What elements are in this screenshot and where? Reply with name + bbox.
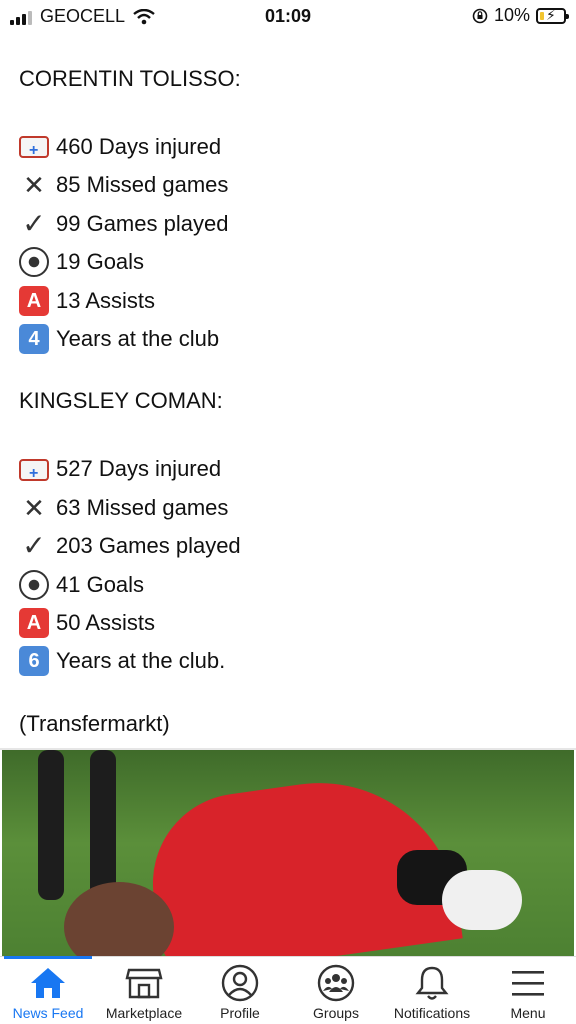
bell-icon: [412, 963, 452, 1003]
battery-percent: 10%: [493, 5, 530, 25]
groups-icon: [316, 963, 356, 1003]
cross-mark-icon: ✕: [23, 170, 45, 201]
stat-row: 460 Days injured: [19, 128, 557, 171]
stat-row: 41 Goals: [19, 566, 557, 604]
tab-news-feed[interactable]: News Feed: [0, 956, 96, 1024]
stat-text: 460 Days injured: [56, 134, 222, 159]
stat-row: A 50 Assists: [19, 604, 557, 642]
tab-label: Notifications: [393, 1005, 471, 1021]
wifi-icon: [133, 8, 155, 24]
home-icon: [28, 963, 68, 1003]
orientation-lock-icon: [472, 8, 488, 23]
tab-notifications[interactable]: Notifications: [384, 957, 480, 1024]
soccer-ball-icon: [19, 247, 49, 278]
tab-label: Menu: [510, 1005, 546, 1021]
ambulance-icon: [19, 132, 49, 171]
cross-mark-icon: ✕: [23, 492, 45, 523]
post-body: CORENTIN TOLISSO: 460 Days injured ✕ 85 …: [0, 32, 576, 748]
tab-label: Marketplace: [105, 1005, 183, 1021]
player-block-tolisso: CORENTIN TOLISSO: 460 Days injured ✕ 85 …: [19, 60, 557, 358]
stat-text: Years at the club: [56, 325, 220, 351]
stat-text: 19 Goals: [56, 249, 145, 275]
player-block-coman: KINGSLEY COMAN: 527 Days injured ✕ 63 Mi…: [19, 382, 557, 680]
bottom-tab-bar: News Feed Marketplace Profile Groups Not…: [0, 956, 576, 1024]
tab-label: News Feed: [12, 1005, 84, 1021]
stat-text: 85 Missed games: [56, 172, 229, 198]
post-photo[interactable]: [2, 750, 574, 957]
keycap-6-icon: 6: [19, 646, 49, 677]
stat-row: ✕ 85 Missed games: [19, 166, 557, 204]
stat-row: 19 Goals: [19, 243, 557, 281]
stat-row: ✓ 203 Games played: [19, 527, 557, 565]
stat-row: ✕ 63 Missed games: [19, 489, 557, 527]
stat-row: 6 Years at the club.: [19, 642, 557, 680]
stat-row: A 13 Assists: [19, 282, 557, 320]
hamburger-menu-icon: [508, 963, 548, 1003]
keycap-4-icon: 4: [19, 324, 49, 355]
check-mark-icon: ✓: [22, 207, 46, 239]
status-bar: GEOCELL 01:09 10% ⚡: [0, 0, 576, 32]
source-credit: (Transfermarkt): [19, 710, 170, 736]
stat-text: Years at the club.: [56, 648, 226, 674]
stat-text: 50 Assists: [56, 609, 156, 635]
stat-text: 63 Missed games: [56, 494, 229, 520]
tab-profile[interactable]: Profile: [192, 957, 288, 1024]
stat-text: 99 Games played: [56, 210, 229, 236]
check-mark-icon: ✓: [22, 530, 46, 562]
background-player-legs: [38, 750, 138, 900]
soccer-ball-icon: [19, 569, 49, 600]
ambulance-icon: [19, 455, 49, 493]
battery-charging-icon: ⚡: [536, 7, 569, 24]
letter-a-icon: A: [19, 285, 49, 316]
stat-row: 4 Years at the club: [19, 320, 557, 358]
stat-text: 203 Games played: [56, 533, 241, 559]
stat-text: 41 Goals: [56, 571, 145, 597]
storefront-icon: [124, 963, 164, 1003]
player-boot: [442, 870, 522, 930]
tab-label: Groups: [313, 1005, 359, 1021]
tab-groups[interactable]: Groups: [288, 957, 384, 1024]
tab-menu[interactable]: Menu: [480, 957, 576, 1024]
stat-text: 13 Assists: [56, 287, 156, 313]
player-name: KINGSLEY COMAN:: [19, 388, 223, 414]
signal-icon: [10, 9, 32, 25]
carrier-name: GEOCELL: [40, 6, 126, 26]
stat-row: 527 Days injured: [19, 450, 557, 493]
tab-marketplace[interactable]: Marketplace: [96, 957, 192, 1024]
tab-label: Profile: [220, 1005, 260, 1021]
player-name: CORENTIN TOLISSO:: [19, 66, 241, 91]
stat-text: 527 Days injured: [56, 456, 222, 482]
profile-icon: [220, 963, 260, 1003]
letter-a-icon: A: [19, 608, 49, 639]
stat-row: ✓ 99 Games played: [19, 205, 557, 243]
